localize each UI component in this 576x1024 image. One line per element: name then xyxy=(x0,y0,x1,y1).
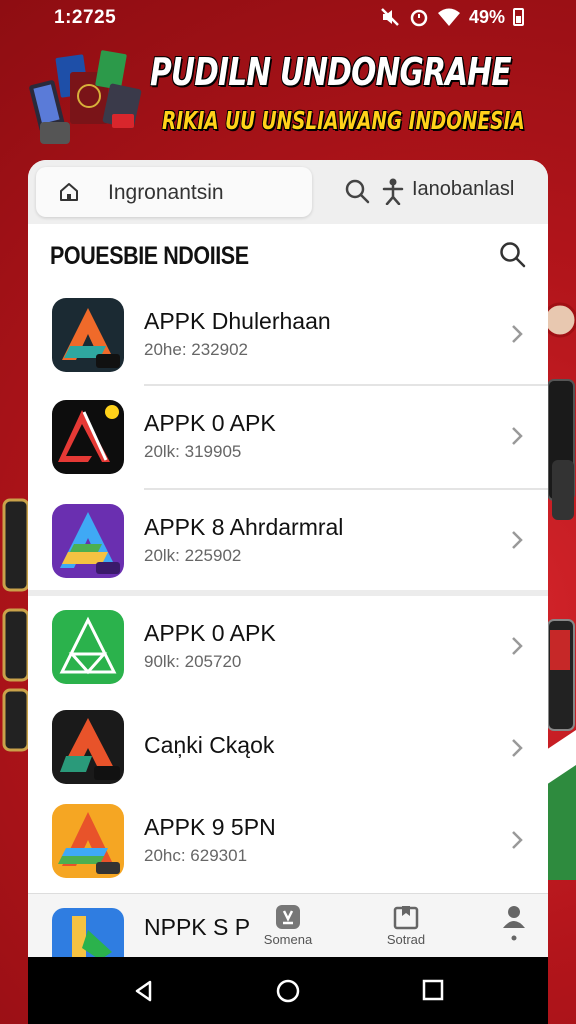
nav-somena-label: Somena xyxy=(263,932,313,947)
banner-subtitle: RIKIA UU UNSLIAWANG INDONESIA xyxy=(162,106,525,135)
apk-icon-yellow-rainbow xyxy=(52,804,124,878)
app-name: APPK 0 APK xyxy=(144,620,276,646)
list-item-app-5[interactable]: Caņki Ckąok xyxy=(28,700,548,794)
banner-title: PUDILN UNDONGRAHE xyxy=(150,50,512,94)
chevron-right-icon xyxy=(512,831,523,849)
app-name: APPK Dhulerhaan xyxy=(144,308,331,334)
battery-text: 49% xyxy=(468,6,505,27)
apk-icon-green xyxy=(52,610,124,684)
recents-icon[interactable] xyxy=(422,979,444,1001)
tab-search[interactable]: Ianobanlasl xyxy=(338,174,543,210)
nav-somena[interactable]: Somena xyxy=(248,904,328,947)
nav-sotrad-label: Sotrad xyxy=(386,932,426,947)
back-icon[interactable] xyxy=(132,979,156,1003)
alarm-icon xyxy=(410,9,428,27)
apk-icon-orange-teal xyxy=(52,298,124,372)
section-search-icon[interactable] xyxy=(498,240,526,268)
status-time: 1:2725 xyxy=(54,7,117,28)
list-item-app-2[interactable]: APPK 0 APK 20lk: 319905 xyxy=(28,386,548,488)
top-tab-bar: Ingronantsin Ianobanlasl xyxy=(28,160,548,224)
list-item-app-1[interactable]: APPK Dhulerhaan 20he: 232902 xyxy=(28,284,548,384)
section-title: POUESBIE NDOIISE xyxy=(50,242,249,270)
save-icon xyxy=(393,906,419,930)
list-item-app-4[interactable]: APPK 0 APK 90lk: 205720 xyxy=(28,596,548,700)
app-name: APPK 9 5PN xyxy=(144,814,276,840)
app-name: APPK 0 APK xyxy=(144,410,276,436)
profile-icon xyxy=(503,906,525,941)
app-meta: 20lk: 319905 xyxy=(144,442,242,461)
chevron-right-icon xyxy=(512,427,523,445)
nav-profile[interactable] xyxy=(474,904,554,944)
search-icon xyxy=(345,179,370,204)
bottom-navigation: NPPK S P Somena Sotrad xyxy=(28,893,548,960)
app-meta: 20hc: 629301 xyxy=(144,846,248,865)
chevron-right-icon xyxy=(512,637,523,655)
tab-home-label: Ingronantsin xyxy=(108,181,224,204)
promo-banner[interactable]: PUDILN UNDONGRAHE RIKIA UU UNSLIAWANG IN… xyxy=(0,36,576,156)
app-meta: 20lk: 225902 xyxy=(144,546,242,565)
chevron-right-icon xyxy=(512,325,523,343)
app-name: Caņki Ckąok xyxy=(144,732,275,758)
peek-app-name: NPPK S P xyxy=(144,914,251,940)
nav-sotrad[interactable]: Sotrad xyxy=(366,904,446,947)
chevron-right-icon xyxy=(512,531,523,549)
app-meta: 90lk: 205720 xyxy=(144,652,242,671)
decor-phone-right xyxy=(546,302,576,880)
apk-icon-blue-peek xyxy=(52,908,124,960)
person-icon xyxy=(382,178,404,205)
decor-phone-left xyxy=(2,498,30,752)
promo-devices-graphic xyxy=(29,50,142,144)
app-name: APPK 8 Ahrdarmral xyxy=(144,514,344,540)
app-meta: 20he: 232902 xyxy=(144,340,248,359)
battery-icon xyxy=(513,8,524,26)
status-bar: 1:2725 49% xyxy=(0,0,576,36)
apk-icon-dark-orange xyxy=(52,710,124,784)
apk-icon-purple-rainbow xyxy=(52,504,124,578)
chevron-right-icon xyxy=(512,739,523,757)
apk-icon-black-red xyxy=(52,400,124,474)
status-icons: 49% xyxy=(379,6,524,28)
tab-home[interactable]: Ingronantsin xyxy=(36,167,312,217)
wifi-icon xyxy=(437,8,460,26)
tab-search-label: Ianobanlasl xyxy=(412,178,515,200)
list-item-app-6[interactable]: APPK 9 5PN 20hc: 629301 xyxy=(28,794,548,890)
mute-icon xyxy=(381,8,399,26)
download-badge-icon xyxy=(276,905,300,929)
list-item-app-3[interactable]: APPK 8 Ahrdarmral 20lk: 225902 xyxy=(28,490,548,590)
app-list-card: Ingronantsin Ianobanlasl POUESBIE NDOIIS… xyxy=(28,160,548,960)
system-navigation-bar xyxy=(28,957,548,1024)
home-icon xyxy=(60,183,78,201)
home-button-icon[interactable] xyxy=(276,979,300,1003)
